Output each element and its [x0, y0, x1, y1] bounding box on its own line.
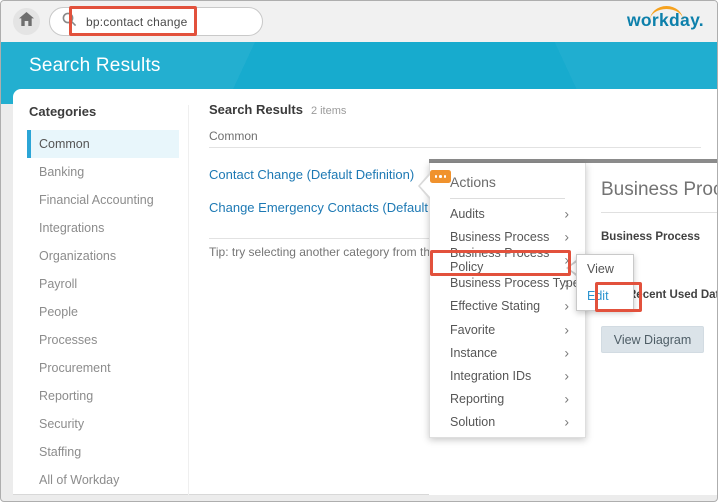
- sidebar-item-procurement[interactable]: Procurement: [27, 354, 179, 382]
- submenu-item-view[interactable]: View: [577, 255, 633, 282]
- workday-logo: workday.: [627, 10, 707, 36]
- result-link-contact-change[interactable]: Contact Change (Default Definition): [209, 167, 414, 182]
- menu-item-business-process-policy[interactable]: Business Process Policy: [430, 248, 585, 271]
- workday-search-results-page: bp:contact change workday. Search Result…: [0, 0, 718, 502]
- preview-business-process-label: Business Process: [601, 231, 700, 243]
- results-header: Search Results 2 items: [209, 102, 346, 117]
- sidebar-item-security[interactable]: Security: [27, 410, 179, 438]
- top-bar: bp:contact change workday.: [1, 1, 718, 42]
- menu-item-reporting[interactable]: Reporting: [430, 388, 585, 411]
- sidebar-item-financial-accounting[interactable]: Financial Accounting: [27, 186, 179, 214]
- submenu-item-edit[interactable]: Edit: [577, 282, 633, 309]
- page-title: Search Results: [29, 55, 161, 77]
- preview-title-divider: [601, 212, 718, 213]
- sidebar-item-integrations[interactable]: Integrations: [27, 214, 179, 242]
- sidebar-item-people[interactable]: People: [27, 298, 179, 326]
- search-icon: [62, 12, 77, 32]
- related-actions-popup: Actions Audits Business Process Business…: [429, 159, 718, 495]
- actions-menu-title: Actions: [430, 163, 585, 190]
- results-title: Search Results: [209, 102, 303, 117]
- menu-item-audits[interactable]: Audits: [430, 202, 585, 225]
- workday-arc-icon: [650, 6, 683, 20]
- related-actions-button[interactable]: [430, 170, 451, 183]
- menu-item-instance[interactable]: Instance: [430, 341, 585, 364]
- business-process-policy-submenu: View Edit: [576, 254, 634, 311]
- results-count: 2 items: [311, 105, 346, 117]
- ellipsis-icon: [435, 175, 438, 178]
- menu-item-effective-stating[interactable]: Effective Stating: [430, 295, 585, 318]
- sidebar-item-organizations[interactable]: Organizations: [27, 242, 179, 270]
- preview-title: Business Proc: [601, 179, 718, 201]
- actions-menu: Actions Audits Business Process Business…: [429, 163, 586, 438]
- menu-item-favorite[interactable]: Favorite: [430, 318, 585, 341]
- view-diagram-button[interactable]: View Diagram: [601, 326, 704, 353]
- preview-recent-used-date-label: Recent Used Date: [628, 289, 718, 301]
- home-icon: [19, 12, 34, 31]
- sidebar-item-banking[interactable]: Banking: [27, 158, 179, 186]
- sidebar-item-common[interactable]: Common: [27, 130, 179, 158]
- results-section-label: Common: [209, 129, 258, 143]
- categories-list: Common Banking Financial Accounting Inte…: [27, 130, 179, 494]
- menu-item-business-process[interactable]: Business Process: [430, 225, 585, 248]
- actions-menu-divider: [450, 198, 565, 199]
- result-link-change-emergency-contacts[interactable]: Change Emergency Contacts (Default Def: [209, 200, 452, 215]
- sidebar-item-processes[interactable]: Processes: [27, 326, 179, 354]
- sidebar-divider: [188, 105, 189, 495]
- section-divider: [209, 147, 701, 148]
- sidebar-item-staffing[interactable]: Staffing: [27, 438, 179, 466]
- home-button[interactable]: [13, 8, 40, 35]
- tip-text: Tip: try selecting another category from…: [209, 245, 463, 259]
- menu-item-business-process-type[interactable]: Business Process Type: [430, 272, 585, 295]
- menu-item-integration-ids[interactable]: Integration IDs: [430, 364, 585, 387]
- search-input[interactable]: bp:contact change: [49, 7, 263, 36]
- menu-item-solution[interactable]: Solution: [430, 411, 585, 434]
- sidebar-item-payroll[interactable]: Payroll: [27, 270, 179, 298]
- search-value: bp:contact change: [86, 15, 187, 29]
- categories-title: Categories: [29, 104, 96, 119]
- sidebar-item-reporting[interactable]: Reporting: [27, 382, 179, 410]
- sidebar-item-all-of-workday[interactable]: All of Workday: [27, 466, 179, 494]
